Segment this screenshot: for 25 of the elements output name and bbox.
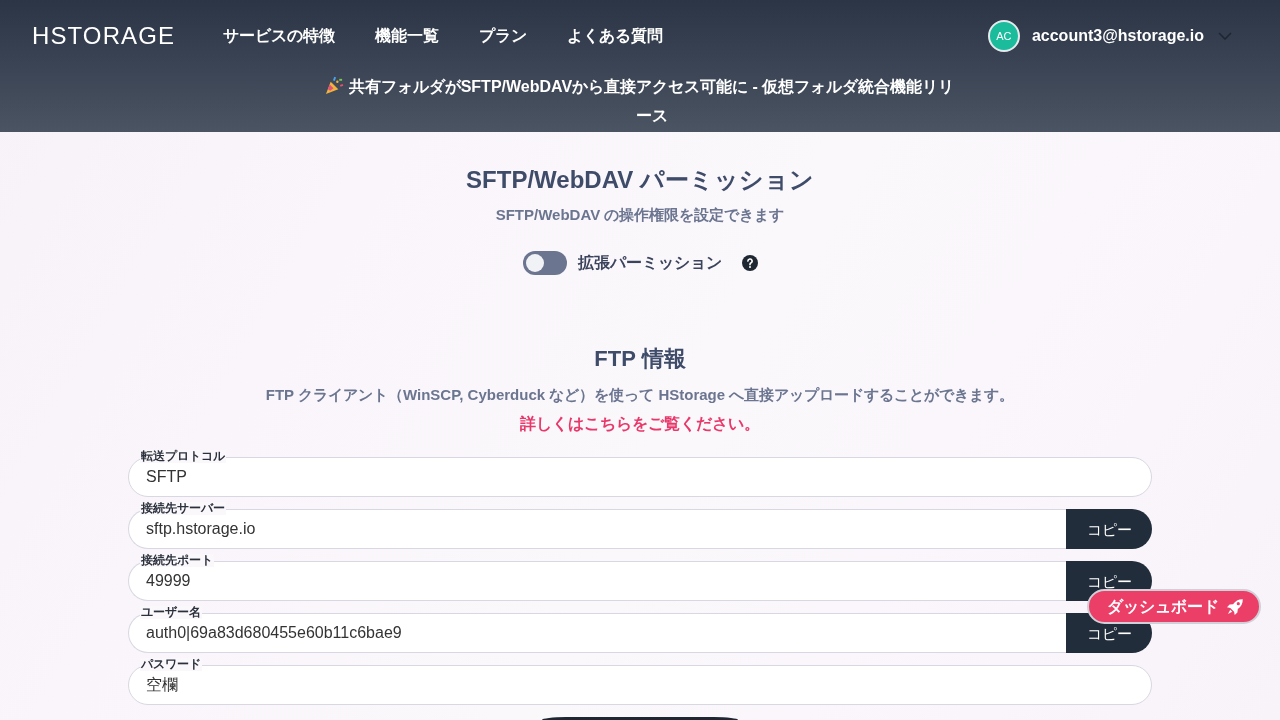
partial-button[interactable] xyxy=(542,717,738,720)
help-icon[interactable] xyxy=(741,255,758,271)
logo[interactable]: HSTORAGE xyxy=(32,22,176,50)
section-subtitle: SFTP/WebDAV の操作権限を設定できます xyxy=(494,205,786,225)
party-popper-icon xyxy=(324,76,344,95)
dashboard-button[interactable]: ダッシュボード xyxy=(1087,589,1261,624)
nav-link[interactable]: 機能一覧 xyxy=(375,25,440,47)
field-label: パスワード xyxy=(140,658,202,671)
toggle-label: 拡張パーミッション xyxy=(577,252,722,273)
rocket-icon xyxy=(1227,598,1243,615)
section-title: FTP 情報 xyxy=(593,345,687,373)
nav-link[interactable]: サービスの特徴 xyxy=(223,25,336,47)
toggle-switch[interactable] xyxy=(522,251,567,275)
nav-link[interactable]: プラン xyxy=(479,25,528,47)
section-title: SFTP/WebDAV パーミッション xyxy=(465,165,815,195)
copy-button[interactable]: コピー xyxy=(1066,509,1152,549)
account-email[interactable]: account3@hstorage.io xyxy=(1031,27,1204,45)
field-label: 転送プロトコル xyxy=(140,450,226,463)
section-description: FTP クライアント（WinSCP, Cyberduck など）を使って HStorage へ直接アップロードすることができます。 xyxy=(264,385,1016,405)
field-label: ユーザー名 xyxy=(140,606,202,619)
field-label: 接続先ポート xyxy=(140,554,214,567)
details-link[interactable]: 詳しくはこちらをご覧ください。 xyxy=(520,413,760,435)
announcement-text[interactable]: 共有フォルダがSFTP/WebDAVから直接アクセス可能に - 仮想フォルダ統合機能リリース xyxy=(347,72,956,130)
field-label: 接続先サーバー xyxy=(140,502,226,515)
nav-link[interactable]: よくある質問 xyxy=(567,25,664,47)
